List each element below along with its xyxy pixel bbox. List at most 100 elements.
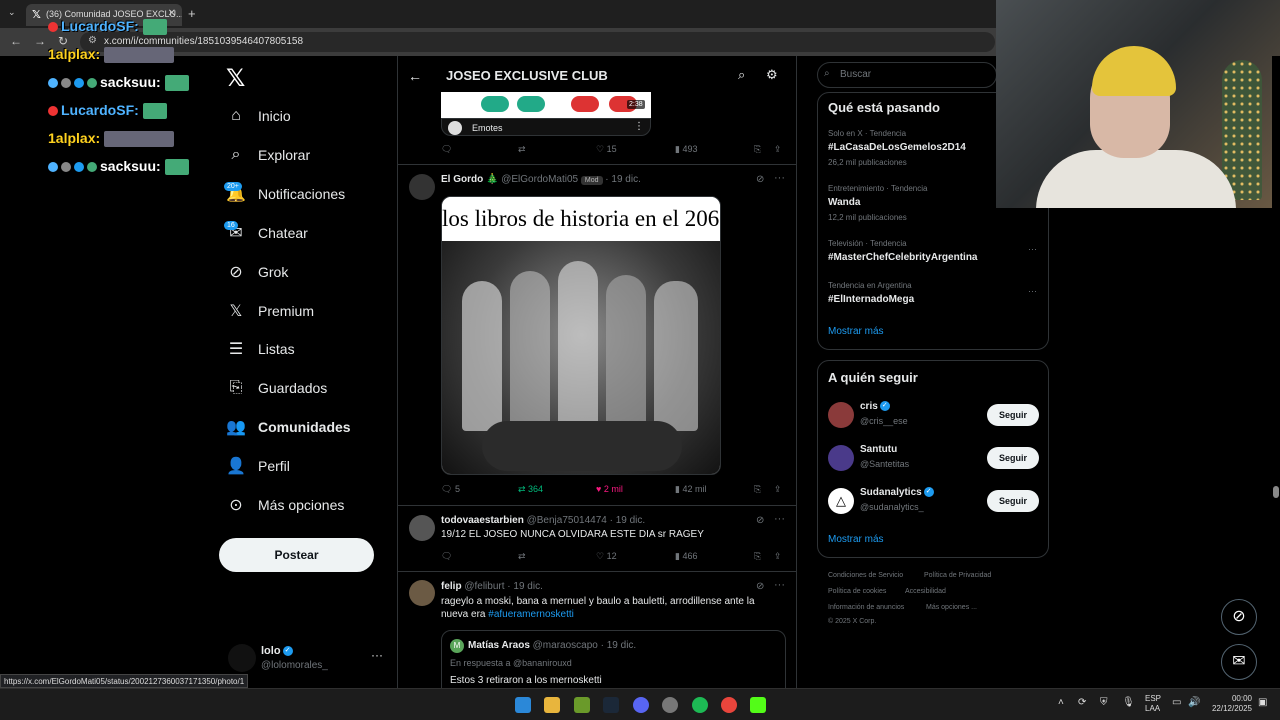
author-name[interactable]: todovaaestarbien [441,515,524,526]
trends-show-more[interactable]: Mostrar más [828,326,884,337]
more-icon[interactable]: ··· [1028,244,1037,254]
nav-item-notificaciones[interactable]: 🔔 Notificaciones [226,180,345,208]
post-date[interactable]: · 19 dic. [610,515,646,526]
nav-item-guardados[interactable]: ⎘ Guardados [226,374,328,402]
reply-icon[interactable]: 🗨 [441,144,452,155]
kick-icon[interactable] [750,697,766,713]
back-icon[interactable]: ← [10,34,22,48]
more-vertical-icon[interactable]: ⋮ [634,121,644,132]
tray-chevron-icon[interactable]: ˄ [1058,697,1064,708]
messages-fab-icon[interactable]: ✉ [1221,644,1257,680]
bookmark-icon[interactable]: ⎘ [754,551,761,562]
nav-item-explorar[interactable]: ⌕ Explorar [226,141,311,169]
follow-name[interactable]: Santutu [860,444,897,455]
new-tab-icon[interactable]: + [188,6,196,21]
more-icon[interactable]: ··· [774,172,785,184]
site-info-icon[interactable]: ⚙ [88,35,97,46]
author-name[interactable]: El Gordo 🎄 [441,174,498,185]
repost-icon[interactable]: ⇄ [518,551,526,562]
like-button[interactable]: ♡ 12 [596,551,617,562]
trend-name[interactable]: #ElInternadoMega [828,294,914,305]
footer-link[interactable]: Condiciones de Servicio [828,572,903,579]
trend-name[interactable]: #LaCasaDeLosGemelos2D14 [828,142,966,153]
reply-icon[interactable]: 🗨 [441,551,452,562]
follow-name[interactable]: Sudanalytics ✓ [860,487,934,498]
follow-button[interactable]: Seguir [987,490,1039,512]
grok-fab-icon[interactable]: ⊘ [1221,599,1257,635]
notification-icon[interactable]: ▣ [1258,697,1267,708]
volume-icon[interactable]: 🔊 [1188,697,1200,708]
tab-search-icon[interactable]: ⌄ [8,7,16,18]
bookmark-icon[interactable]: ⎘ [754,144,761,155]
back-arrow-icon[interactable]: ← [408,68,422,84]
share-icon[interactable]: ⇪ [774,144,782,155]
nav-item-chatear[interactable]: ✉ Chatear [226,219,308,247]
nav-item-grok[interactable]: ⊘ Grok [226,258,288,286]
share-icon[interactable]: ⇪ [774,551,782,562]
follow-button[interactable]: Seguir [987,447,1039,469]
avatar[interactable] [409,580,435,606]
views-button[interactable]: ▮ 42 mil [675,484,706,495]
author-name[interactable]: felip [441,581,462,592]
mic-icon[interactable]: 🎙 [1122,697,1135,708]
repost-button[interactable]: ⇄ 364 [518,484,543,495]
nav-item-comunidades[interactable]: 👥 Comunidades [226,413,351,441]
spotify-icon[interactable] [692,697,708,713]
gear-icon[interactable]: ⚙ [766,67,778,83]
discord-icon[interactable] [633,697,649,713]
nav-item-listas[interactable]: ☰ Listas [226,335,295,363]
avatar[interactable] [828,402,854,428]
author-handle[interactable]: @Benja75014474 [527,515,607,526]
security-icon[interactable]: ⛨ [1100,697,1108,708]
scrollbar[interactable] [1272,56,1280,688]
search-input[interactable]: ⌕ Buscar [817,62,997,88]
nav-item-perfil[interactable]: 👤 Perfil [226,452,290,480]
bookmark-icon[interactable]: ⎘ [754,484,761,495]
minecraft-icon[interactable] [574,697,590,713]
nav-item-mas-opciones[interactable]: ⊙ Más opciones [226,491,344,519]
more-icon[interactable]: ··· [1028,286,1037,296]
follow-name[interactable]: cris ✓ [860,401,890,412]
sync-icon[interactable]: ⟳ [1078,697,1086,708]
views-button[interactable]: ▮ 493 [675,144,697,155]
avatar[interactable] [409,174,435,200]
hashtag-link[interactable]: #afueramernosketti [488,609,574,620]
avatar[interactable] [828,445,854,471]
close-icon[interactable]: ✕ [168,8,176,19]
post-date[interactable]: · 19 dic. [605,174,641,185]
scrollbar-thumb[interactable] [1273,486,1279,498]
avatar[interactable] [409,515,435,541]
grok-icon[interactable]: ⊘ [756,174,764,185]
post-button[interactable]: Postear [219,538,374,572]
forward-icon[interactable]: → [34,34,46,48]
more-icon[interactable]: ··· [371,648,383,662]
obs-icon[interactable] [662,697,678,713]
repost-icon[interactable]: ⇄ [518,144,526,155]
language-indicator[interactable]: ESP LAA [1145,694,1161,714]
views-button[interactable]: ▮ 466 [675,551,697,562]
grok-icon[interactable]: ⊘ [756,581,764,592]
share-icon[interactable]: ⇪ [774,484,782,495]
avatar[interactable]: △ [828,488,854,514]
footer-link[interactable]: Política de Privacidad [924,572,991,579]
more-icon[interactable]: ··· [774,579,785,591]
network-icon[interactable]: ▭ [1172,697,1181,708]
trend-name[interactable]: Wanda [828,197,860,208]
clock[interactable]: 00:00 22/12/2025 [1210,694,1252,714]
steam-icon[interactable] [603,697,619,713]
follow-button[interactable]: Seguir [987,404,1039,426]
address-input[interactable]: ⚙ x.com/i/communities/185103954640780515… [80,32,995,52]
chrome-icon[interactable] [721,697,737,713]
trend-name[interactable]: #MasterChefCelebrityArgentina [828,252,977,263]
file-explorer-icon[interactable] [544,697,560,713]
nav-item-inicio[interactable]: ⌂ Inicio [226,102,291,130]
footer-link[interactable]: Más opciones ... [926,604,977,611]
quoted-post[interactable]: M Matías Araos @maraoscapo · 19 dic. En … [441,630,786,688]
follow-show-more[interactable]: Mostrar más [828,534,884,545]
post-date[interactable]: · 19 dic. [507,581,543,592]
like-button[interactable]: ♡ 15 [596,144,617,155]
author-handle[interactable]: @feliburt [464,581,504,592]
x-logo-icon[interactable]: 𝕏 [226,64,245,93]
footer-link[interactable]: Accesibilidad [905,588,946,595]
post-image[interactable]: los libros de historia en el 2065 [441,196,721,475]
